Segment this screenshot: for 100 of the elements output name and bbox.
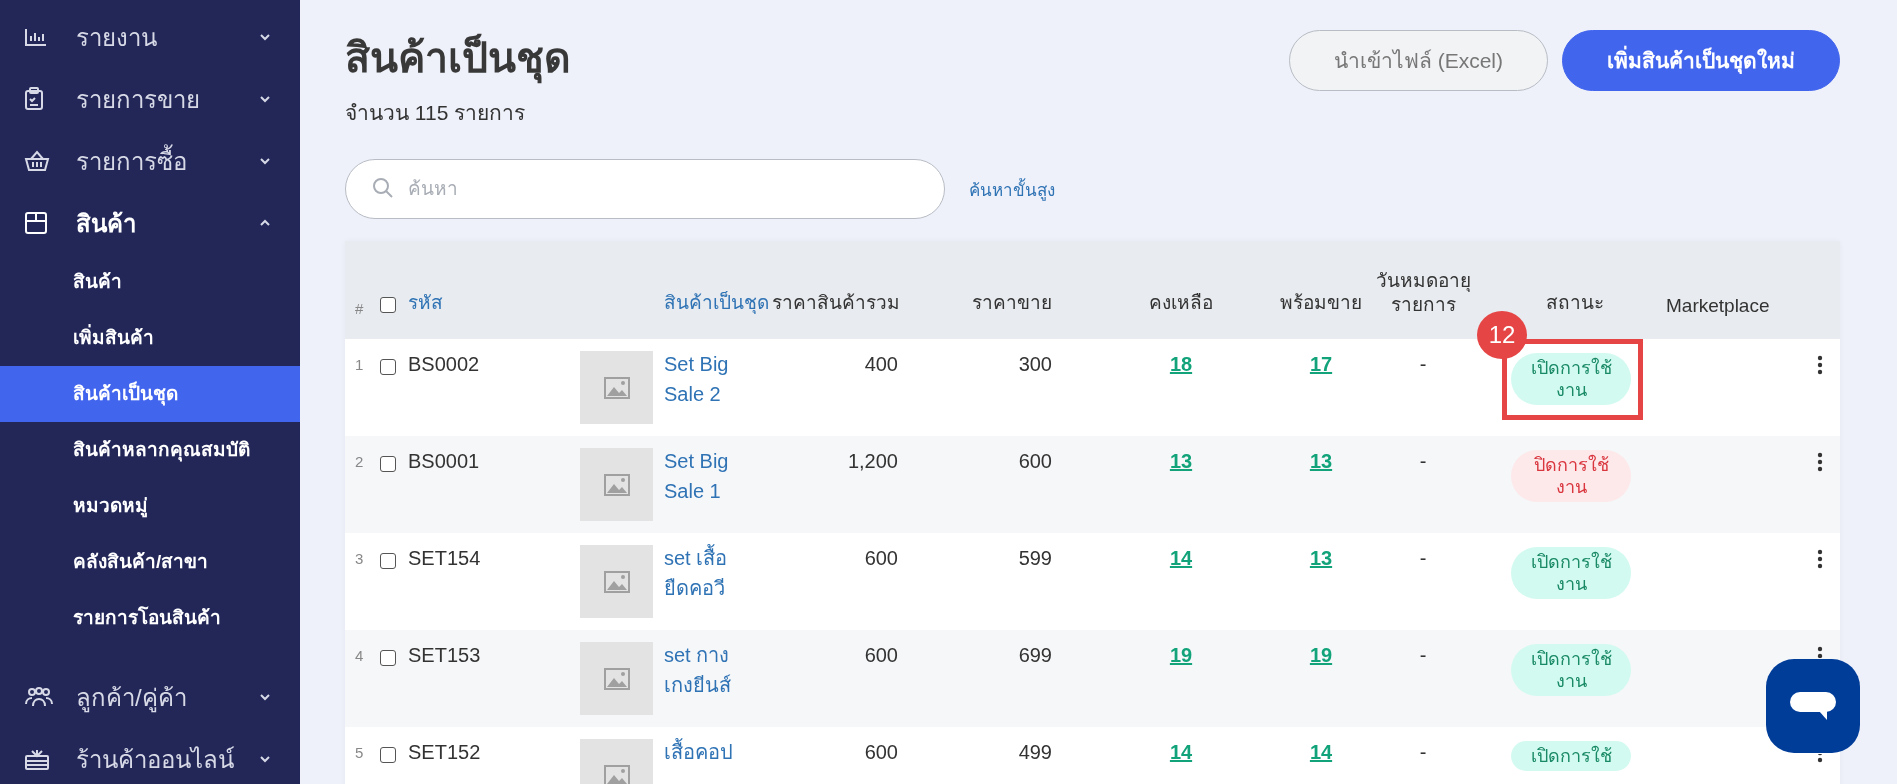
product-name-link[interactable]: set เสื้อยืดคอวี — [664, 543, 744, 603]
table-cell-text: 600 — [1018, 450, 1052, 474]
sidebar-item[interactable]: รายการขาย — [76, 79, 258, 119]
stock-link[interactable]: 14 — [1169, 741, 1193, 784]
basket-icon — [24, 150, 50, 172]
item-count: จำนวน 115 รายการ — [345, 100, 526, 126]
search-icon — [371, 176, 395, 200]
column-header: สถานะ — [1546, 291, 1604, 315]
sidebar-subitem[interactable]: สินค้าหลากคุณสมบัติ — [0, 422, 300, 478]
sidebar-subitem[interactable]: เพิ่มสินค้า — [0, 310, 300, 366]
sidebar-item[interactable]: ลูกค้า/คู่ค้า — [76, 677, 258, 717]
image-icon — [603, 473, 630, 496]
checkbox[interactable] — [380, 297, 396, 313]
column-header: วันหมดอายุ รายการ — [1374, 269, 1472, 317]
stock-link[interactable]: 18 — [1169, 353, 1193, 436]
sidebar-subitem[interactable]: คลังสินค้า/สาขา — [0, 534, 300, 590]
bar-chart-icon — [24, 27, 48, 47]
column-header: # — [355, 300, 365, 317]
sidebar-subitem[interactable]: หมวดหมู่ — [0, 478, 300, 534]
stock-link[interactable]: 13 — [1309, 547, 1333, 630]
product-name-link[interactable]: set กางเกงยีนส์ — [664, 640, 744, 700]
stock-link[interactable]: 17 — [1309, 353, 1333, 436]
row-number: 5 — [355, 743, 365, 763]
search-field[interactable]: ค้นหา — [345, 159, 945, 219]
import-button[interactable]: นำเข้าไฟล์ (Excel) — [1288, 30, 1548, 91]
column-header: Marketplace — [1666, 295, 1771, 317]
step-number: 12 — [1477, 311, 1527, 359]
table-cell-text: 699 — [1018, 644, 1052, 668]
sidebar-item[interactable]: รายการซื้อ — [76, 141, 258, 181]
column-header: ราคาขาย — [972, 291, 1052, 315]
table-cell-text: 499 — [1018, 741, 1052, 765]
stock-link[interactable]: 13 — [1309, 450, 1333, 533]
row-number: 4 — [355, 646, 365, 666]
table-cell-text: BS0002 — [408, 353, 481, 377]
status-badge: เปิดการใช้งาน — [1511, 353, 1631, 405]
chat-bubble-icon — [1789, 691, 1837, 721]
people-icon — [24, 686, 54, 708]
chevron-icon[interactable] — [258, 218, 272, 228]
table-cell-text: 600 — [864, 741, 898, 765]
status-badge: เปิดการใช้งาน — [1511, 547, 1631, 599]
table-cell-text: 400 — [864, 353, 898, 377]
more-icon[interactable] — [1817, 452, 1823, 472]
table-cell-text: SET153 — [408, 644, 482, 668]
status-badge: เปิดการใช้งาน — [1511, 644, 1631, 696]
image-icon — [603, 764, 630, 784]
image-icon — [603, 667, 630, 690]
gift-icon — [24, 747, 50, 771]
row-number: 2 — [355, 452, 365, 472]
checkbox[interactable] — [380, 456, 396, 472]
advanced-search-link[interactable]: ค้นหาขั้นสูง — [969, 175, 1055, 203]
table-cell-text: - — [1419, 741, 1427, 765]
chevron-icon[interactable] — [258, 32, 272, 42]
column-header: พร้อมขาย — [1280, 291, 1362, 315]
chevron-icon[interactable] — [258, 692, 272, 702]
image-icon — [603, 376, 630, 399]
add-button[interactable]: เพิ่มสินค้าเป็นชุดใหม่ — [1562, 30, 1840, 91]
table-cell-text: 599 — [1018, 547, 1052, 571]
clipboard-icon — [24, 87, 44, 111]
sidebar-subitem[interactable]: สินค้า — [0, 254, 300, 310]
table-cell-text: - — [1419, 644, 1427, 668]
sidebar-subitem[interactable]: รายการโอนสินค้า — [0, 590, 300, 646]
row-number: 3 — [355, 549, 365, 569]
chevron-icon[interactable] — [258, 156, 272, 166]
column-header: คงเหลือ — [1149, 291, 1213, 315]
image-icon — [603, 570, 630, 593]
more-icon[interactable] — [1817, 754, 1823, 763]
row-number: 1 — [355, 355, 365, 375]
more-icon[interactable] — [1817, 355, 1823, 375]
product-name-link[interactable]: เสื้อคอป — [664, 737, 744, 767]
status-badge: เปิดการใช้ — [1511, 741, 1631, 771]
checkbox[interactable] — [380, 359, 396, 375]
sidebar-subitem[interactable]: สินค้าเป็นชุด — [0, 366, 300, 422]
chat-button[interactable] — [1766, 659, 1860, 753]
table-cell-text: BS0001 — [408, 450, 481, 474]
box-icon — [24, 211, 48, 235]
table-cell-text: SET152 — [408, 741, 482, 765]
table-cell-text: 600 — [864, 547, 898, 571]
stock-link[interactable]: 14 — [1169, 547, 1193, 630]
column-header: ราคาสินค้ารวม — [772, 291, 900, 315]
chevron-icon[interactable] — [258, 754, 272, 764]
checkbox[interactable] — [380, 553, 396, 569]
more-icon[interactable] — [1817, 646, 1823, 658]
stock-link[interactable]: 13 — [1169, 450, 1193, 533]
stock-link[interactable]: 19 — [1309, 644, 1333, 727]
table-cell-text: 600 — [864, 644, 898, 668]
checkbox[interactable] — [380, 650, 396, 666]
sidebar-item[interactable]: รายงาน — [76, 17, 258, 57]
status-badge: ปิดการใช้งาน — [1511, 450, 1631, 502]
table-cell-text: - — [1419, 353, 1427, 377]
stock-link[interactable]: 19 — [1169, 644, 1193, 727]
column-header[interactable]: รหัส — [408, 287, 580, 317]
sidebar-item[interactable]: สินค้า — [76, 203, 258, 243]
more-icon[interactable] — [1817, 549, 1823, 569]
product-name-link[interactable]: Set Big Sale 1 — [664, 446, 744, 506]
table-cell-text: - — [1419, 450, 1427, 474]
chevron-icon[interactable] — [258, 94, 272, 104]
product-name-link[interactable]: Set Big Sale 2 — [664, 349, 744, 409]
checkbox[interactable] — [380, 747, 396, 763]
sidebar-item[interactable]: ร้านค้าออนไลน์ — [76, 739, 258, 779]
stock-link[interactable]: 14 — [1309, 741, 1333, 784]
